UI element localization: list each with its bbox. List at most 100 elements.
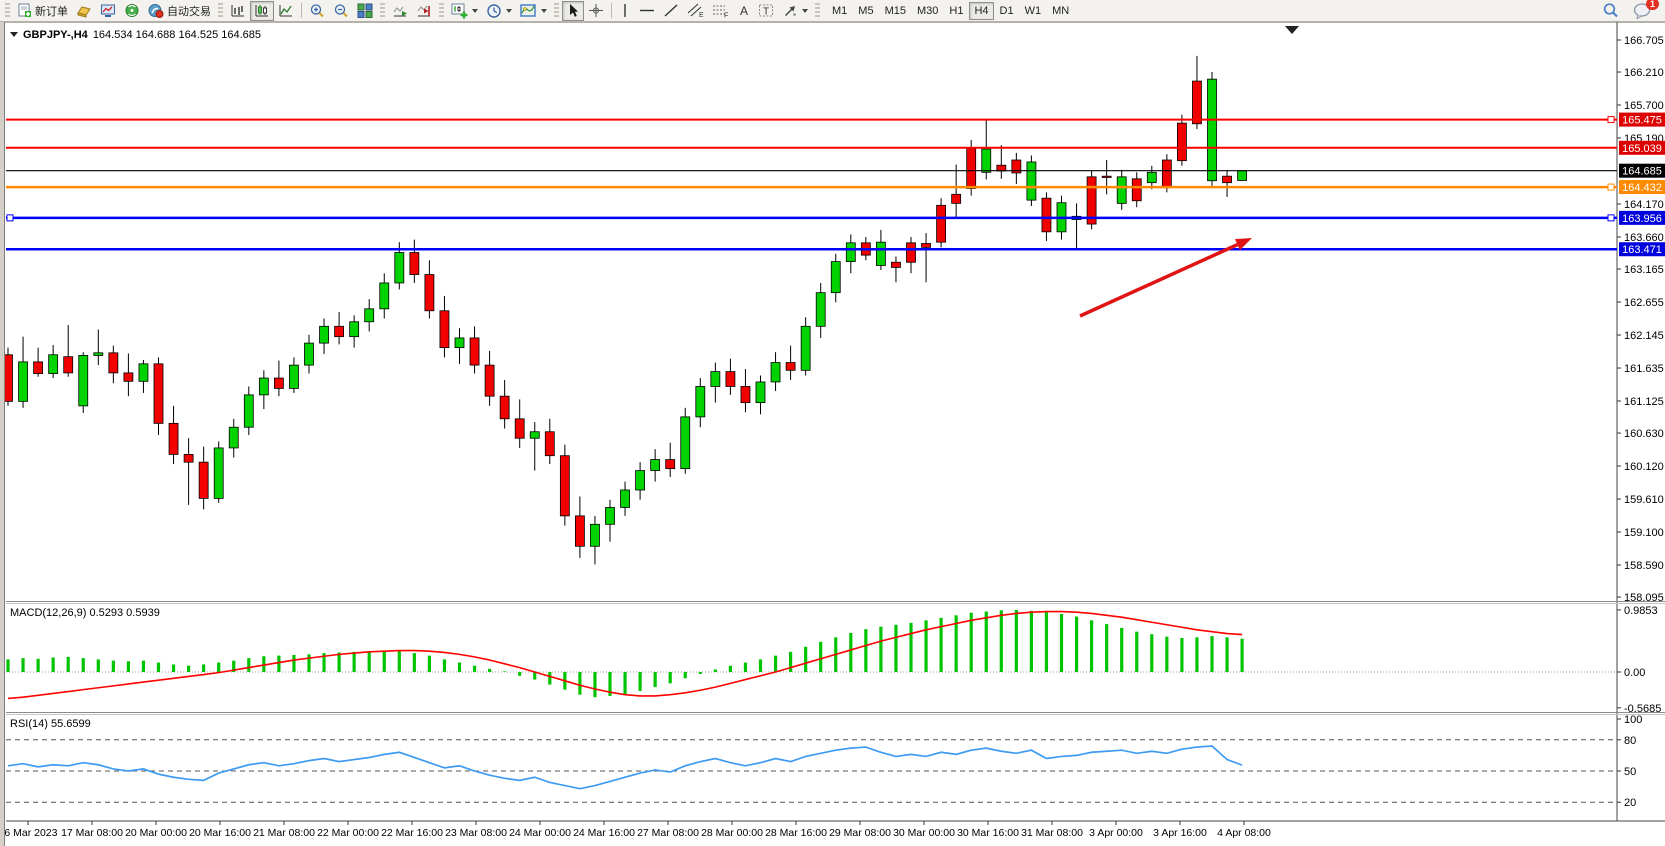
candle-body bbox=[305, 343, 314, 365]
chart-area[interactable]: 166.705166.210165.700165.190164.170163.6… bbox=[0, 22, 1665, 846]
time-label: 29 Mar 08:00 bbox=[829, 827, 891, 839]
equidistant-channel-icon: E bbox=[687, 3, 704, 18]
candle-body bbox=[124, 373, 133, 381]
candle-body bbox=[94, 353, 103, 356]
svg-text:50: 50 bbox=[1624, 766, 1636, 778]
svg-text:164.170: 164.170 bbox=[1624, 199, 1664, 211]
new-order-button[interactable]: 新订单 bbox=[13, 1, 72, 21]
candle-body bbox=[395, 253, 404, 283]
toolbar-grip[interactable] bbox=[815, 3, 820, 19]
candle-body bbox=[274, 378, 283, 388]
text-label-tool-button[interactable]: T bbox=[754, 1, 778, 21]
search-button[interactable] bbox=[1598, 1, 1623, 21]
notifications-button[interactable]: 1 bbox=[1629, 1, 1655, 21]
text-icon: A bbox=[737, 3, 750, 18]
candle-body bbox=[455, 338, 464, 348]
bar-chart-button[interactable] bbox=[226, 1, 250, 21]
time-label: 22 Mar 00:00 bbox=[317, 827, 379, 839]
timeframe-M5[interactable]: M5 bbox=[853, 2, 878, 20]
fibonacci-tool-button[interactable]: F bbox=[708, 1, 733, 21]
timeframe-M1[interactable]: M1 bbox=[827, 2, 852, 20]
candle-body bbox=[1117, 177, 1126, 204]
text-tool-button[interactable]: A bbox=[733, 1, 754, 21]
svg-text:100: 100 bbox=[1624, 714, 1642, 726]
line-chart-button[interactable] bbox=[274, 1, 298, 21]
horizontal-line-tool-button[interactable] bbox=[635, 1, 659, 21]
zoom-in-button[interactable] bbox=[305, 1, 329, 21]
chart-shift-marker[interactable] bbox=[1285, 26, 1299, 34]
timeframe-D1[interactable]: D1 bbox=[995, 2, 1019, 20]
toolbar-grip[interactable] bbox=[5, 3, 10, 19]
chart-shift-button[interactable] bbox=[412, 1, 436, 21]
candle-body bbox=[1192, 81, 1201, 124]
candle-body bbox=[726, 372, 735, 387]
new-chart-button[interactable] bbox=[447, 1, 482, 21]
time-axis[interactable]: 16 Mar 202317 Mar 08:0020 Mar 00:0020 Ma… bbox=[0, 821, 1271, 839]
zoom-out-button[interactable] bbox=[329, 1, 353, 21]
time-label: 17 Mar 08:00 bbox=[61, 827, 123, 839]
timeframe-M30[interactable]: M30 bbox=[912, 2, 943, 20]
candle-body bbox=[79, 355, 88, 405]
toolbar-grip[interactable] bbox=[439, 3, 444, 19]
equidistant-channel-tool-button[interactable]: E bbox=[683, 1, 708, 21]
timeframe-toolbar: M1M5M15M30H1H4D1W1MN bbox=[827, 2, 1074, 20]
crosshair-tool-button[interactable] bbox=[584, 1, 608, 21]
chevron-down-icon bbox=[10, 32, 18, 41]
trendline-tool-button[interactable] bbox=[659, 1, 683, 21]
timeframe-MN[interactable]: MN bbox=[1047, 2, 1074, 20]
candle-body bbox=[335, 326, 344, 336]
candlestick-chart-icon bbox=[254, 3, 270, 18]
signals-button[interactable] bbox=[120, 1, 144, 21]
timeframe-W1[interactable]: W1 bbox=[1020, 2, 1047, 20]
auto-scroll-button[interactable] bbox=[388, 1, 412, 21]
terminal-button[interactable] bbox=[96, 1, 120, 21]
price-tag-text: 163.956 bbox=[1622, 213, 1662, 225]
periods-button[interactable] bbox=[482, 1, 516, 21]
candle-body bbox=[907, 243, 916, 262]
toolbar: 新订单 自动交易 bbox=[0, 0, 1665, 22]
horizontal-lines[interactable]: 165.475165.039164.685164.432163.956163.4… bbox=[6, 113, 1665, 257]
templates-button[interactable] bbox=[516, 1, 551, 21]
candlestick-chart-button[interactable] bbox=[250, 1, 274, 21]
candle-body bbox=[816, 293, 825, 327]
hline-handle bbox=[1608, 215, 1614, 221]
gold-icon bbox=[76, 3, 92, 18]
candle-body bbox=[485, 365, 494, 396]
autotrading-button[interactable]: 自动交易 bbox=[144, 1, 215, 21]
svg-text:-0.5685: -0.5685 bbox=[1624, 703, 1661, 715]
cursor-tool-button[interactable] bbox=[562, 1, 584, 21]
arrows-tool-button[interactable] bbox=[778, 1, 812, 21]
candle-body bbox=[109, 353, 118, 373]
arrows-icon bbox=[782, 3, 798, 18]
crosshair-icon bbox=[588, 3, 604, 18]
time-label: 22 Mar 16:00 bbox=[381, 827, 443, 839]
timeframe-H1[interactable]: H1 bbox=[944, 2, 968, 20]
candle-body bbox=[575, 516, 584, 546]
zoom-out-icon bbox=[333, 3, 349, 19]
chart-canvas[interactable]: 166.705166.210165.700165.190164.170163.6… bbox=[0, 22, 1665, 846]
svg-text:80: 80 bbox=[1624, 735, 1636, 747]
candle-body bbox=[666, 460, 675, 469]
timeframe-H4[interactable]: H4 bbox=[969, 2, 993, 20]
candle-body bbox=[1177, 123, 1186, 161]
new-order-label: 新订单 bbox=[35, 3, 68, 19]
toolbar-separator bbox=[301, 3, 302, 18]
candle-body bbox=[365, 309, 374, 322]
chevron-down-icon bbox=[802, 9, 808, 16]
candle-body bbox=[530, 432, 539, 438]
candle-body bbox=[19, 362, 28, 401]
chart-title: GBPJPY-,H4 164.534 164.688 164.525 164.6… bbox=[10, 28, 261, 41]
svg-text:20: 20 bbox=[1624, 797, 1636, 809]
timeframe-M15[interactable]: M15 bbox=[880, 2, 911, 20]
toolbar-grip[interactable] bbox=[554, 3, 559, 19]
vertical-line-tool-button[interactable] bbox=[615, 1, 635, 21]
candle-body bbox=[184, 454, 193, 462]
candle-body bbox=[756, 382, 765, 403]
toolbar-grip[interactable] bbox=[380, 3, 385, 19]
macd-pane: 0.98530.00-0.5685MACD(12,26,9) 0.5293 0.… bbox=[6, 605, 1661, 715]
market-depth-button[interactable] bbox=[72, 1, 96, 21]
tile-windows-button[interactable] bbox=[353, 1, 377, 21]
candle-body bbox=[244, 395, 253, 427]
candle-body bbox=[139, 364, 148, 381]
toolbar-grip[interactable] bbox=[218, 3, 223, 19]
